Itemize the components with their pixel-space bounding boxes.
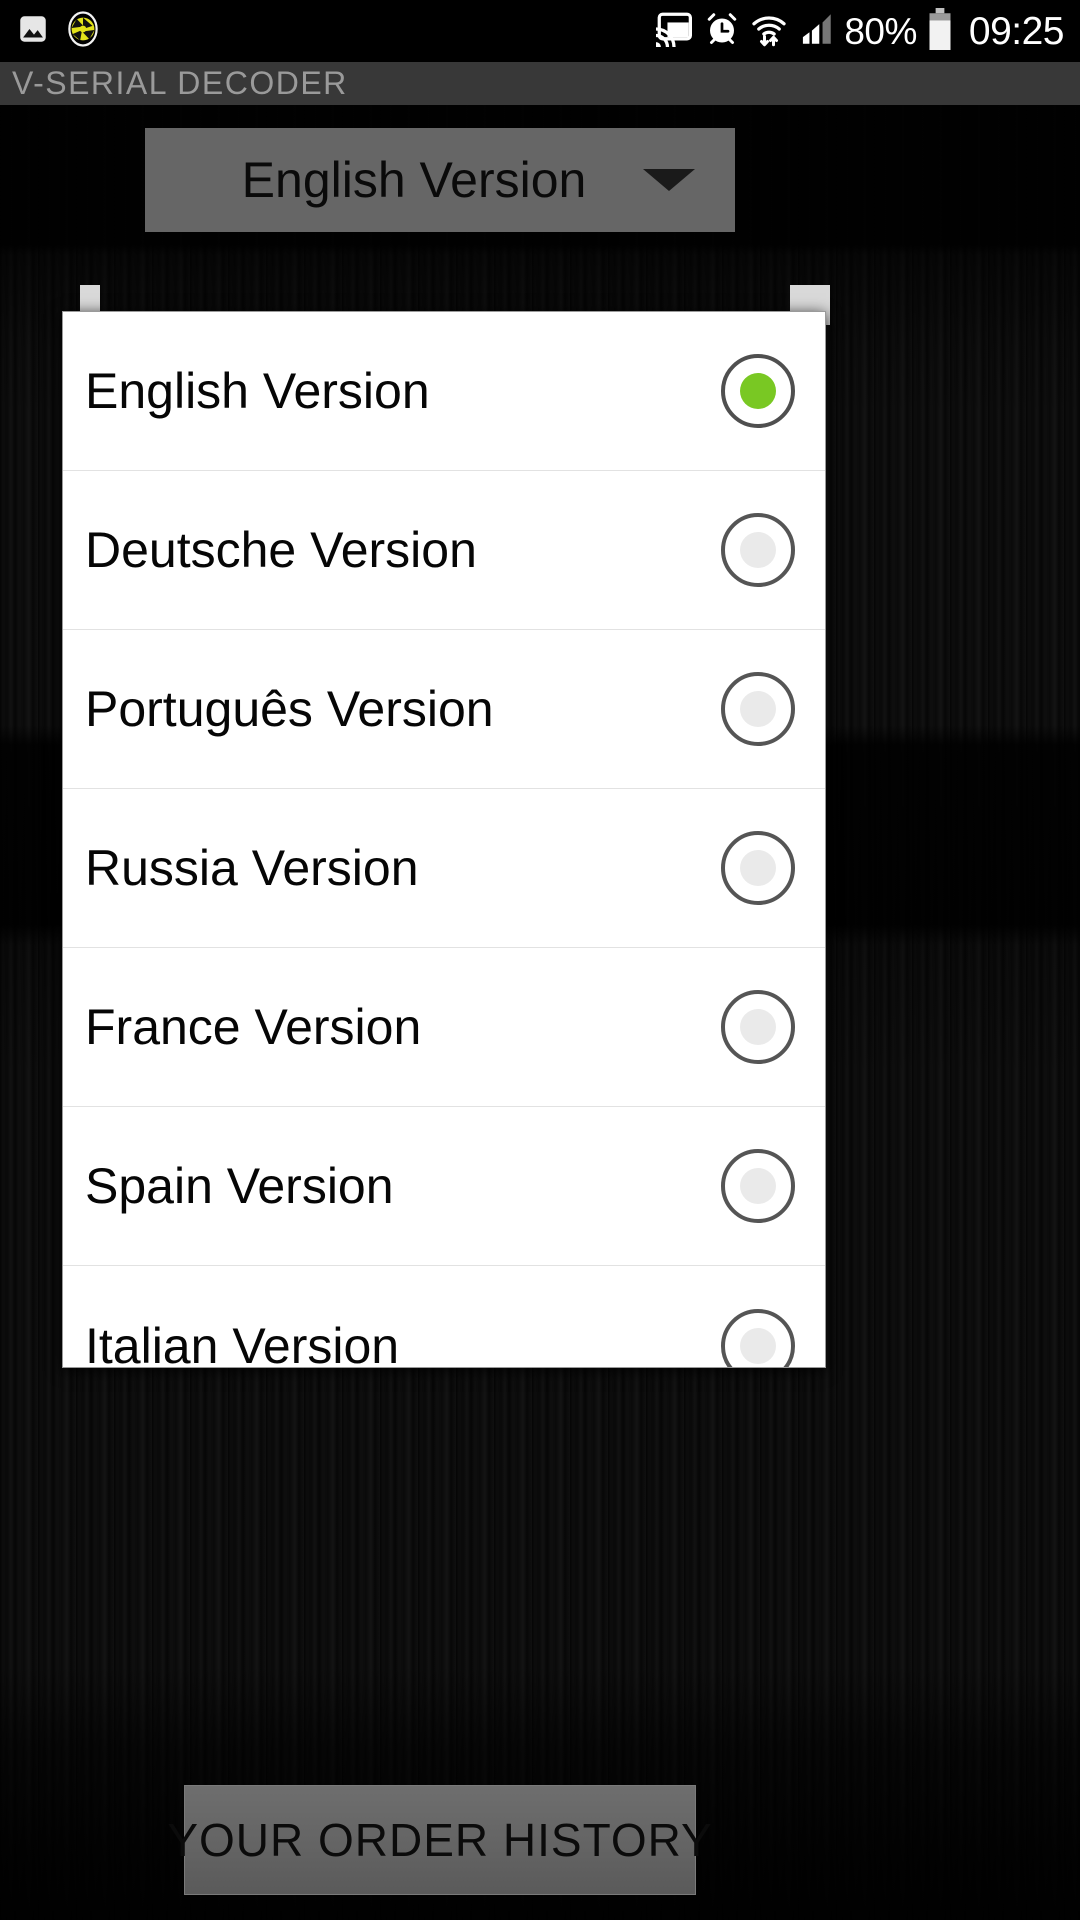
list-item[interactable]: Italian Version: [63, 1266, 825, 1368]
wifi-data-transfer-icon: [750, 11, 788, 52]
radio-button-icon[interactable]: [721, 831, 795, 905]
battery-percent-label: 80%: [844, 10, 917, 52]
language-version-spinner[interactable]: English Version: [145, 128, 735, 232]
app-title-bar: V-SERIAL DECODER: [0, 62, 1080, 105]
page-title: V-SERIAL DECODER: [12, 65, 348, 101]
radio-button-icon[interactable]: [721, 990, 795, 1064]
order-history-button-label: YOUR ORDER HISTORY: [167, 1814, 713, 1866]
radio-dot: [740, 850, 776, 886]
clock-label: 09:25: [968, 9, 1065, 53]
radio-button-icon[interactable]: [721, 1308, 795, 1367]
screen-cast-icon: [654, 11, 694, 52]
spinner-selected-label: English Version: [241, 152, 587, 208]
radio-button-icon[interactable]: [721, 1149, 795, 1223]
radio-dot: [740, 373, 776, 409]
list-item[interactable]: Português Version: [63, 630, 825, 789]
status-bar: 80% 09:25: [0, 0, 1080, 62]
list-item-label: Português Version: [85, 681, 494, 737]
chevron-down-icon: [643, 169, 695, 191]
cellular-signal-icon: [798, 12, 834, 51]
status-bar-right-icons: 80% 09:25: [654, 7, 1065, 55]
radio-dot: [740, 532, 776, 568]
list-item-label: France Version: [85, 999, 422, 1055]
radio-button-icon[interactable]: [721, 354, 795, 428]
app-root: 80% 09:25 V-SERIAL DECODER English Versi…: [0, 0, 1080, 1920]
list-item-label: English Version: [85, 363, 430, 419]
radio-dot: [740, 1327, 776, 1364]
list-item-label: Italian Version: [85, 1317, 400, 1368]
order-history-button[interactable]: YOUR ORDER HISTORY: [167, 1785, 712, 1895]
language-selection-dialog[interactable]: English Version Deutsche Version Portugu…: [62, 311, 826, 1368]
radio-button-icon[interactable]: [721, 513, 795, 587]
radio-dot: [740, 1009, 776, 1045]
list-item-label: Deutsche Version: [85, 522, 477, 578]
list-item[interactable]: English Version: [63, 312, 825, 471]
list-item[interactable]: Spain Version: [63, 1107, 825, 1266]
status-bar-left-icons: [16, 10, 102, 53]
alarm-clock-icon: [704, 11, 740, 52]
list-item-label: Spain Version: [85, 1158, 394, 1214]
list-item-label: Russia Version: [85, 840, 419, 896]
camera-aperture-icon: [64, 10, 102, 53]
radio-button-icon[interactable]: [721, 672, 795, 746]
list-item[interactable]: Russia Version: [63, 789, 825, 948]
list-item[interactable]: Deutsche Version: [63, 471, 825, 630]
list-item[interactable]: France Version: [63, 948, 825, 1107]
gallery-image-icon: [16, 12, 50, 51]
radio-dot: [740, 1168, 776, 1204]
radio-dot: [740, 691, 776, 727]
battery-icon: [927, 7, 953, 55]
